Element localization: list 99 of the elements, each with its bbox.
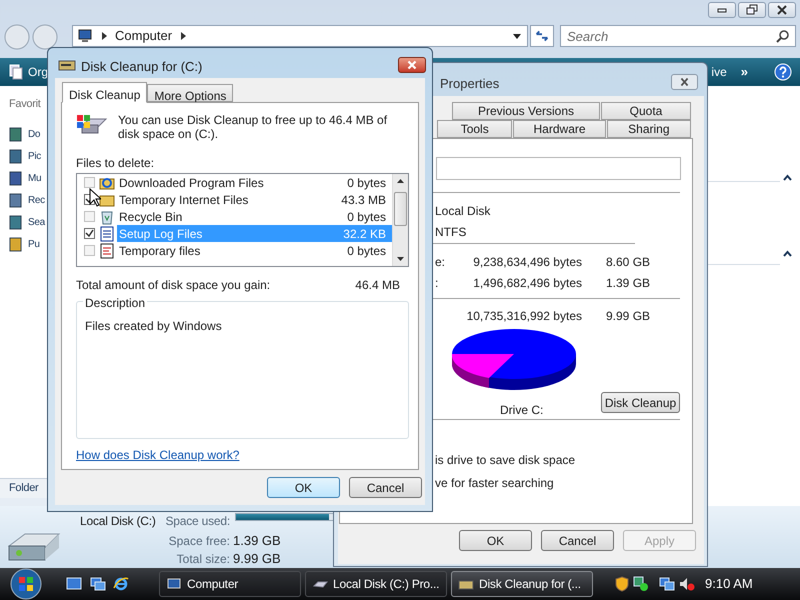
taskbar-button[interactable]: Computer: [159, 571, 301, 597]
toolbar-item[interactable]: ive: [711, 63, 727, 81]
close-icon: [775, 3, 789, 17]
restore-icon: [745, 3, 759, 17]
byte-count: 10,735,316,992 bytes: [466, 308, 582, 325]
total-value: 46.4 MB: [355, 277, 400, 294]
desktop-icon[interactable]: [66, 577, 82, 591]
help-icon[interactable]: [774, 63, 792, 81]
drive-label: Drive C:: [500, 402, 544, 419]
clock[interactable]: 9:10 AM: [705, 574, 753, 594]
byte-count: 1,496,682,496 bytes: [473, 275, 582, 292]
checkbox[interactable]: [84, 177, 95, 188]
network-status-icon[interactable]: [633, 576, 649, 592]
dialog-button[interactable]: OK: [459, 530, 532, 551]
tab[interactable]: Hardware: [513, 120, 606, 138]
close-button[interactable]: [671, 74, 698, 90]
network-icon[interactable]: [659, 576, 675, 592]
speaker-muted-icon[interactable]: [679, 576, 695, 592]
tab[interactable]: Tools: [437, 120, 512, 138]
restore-button[interactable]: [738, 2, 766, 18]
checkbox[interactable]: [84, 211, 95, 222]
field-value: 1.39 GB: [233, 532, 281, 550]
scroll-up-icon[interactable]: [397, 179, 404, 183]
recycle-bin-icon: [99, 208, 115, 224]
file-list-item[interactable]: Temporary files 0 bytes: [117, 242, 392, 259]
search-icon[interactable]: [776, 29, 790, 43]
field-label: :: [435, 275, 438, 292]
tab[interactable]: Quota: [601, 102, 691, 120]
breadcrumb-arrow-icon[interactable]: [101, 32, 107, 40]
byte-count: 9,238,634,496 bytes: [473, 254, 582, 271]
nav-link[interactable]: Sea: [28, 214, 45, 230]
tab[interactable]: Previous Versions: [452, 102, 600, 120]
more-button[interactable]: »: [740, 62, 748, 82]
nav-link[interactable]: Pic: [28, 148, 41, 164]
disk-cleanup-button[interactable]: Disk Cleanup: [601, 392, 680, 413]
total-label: Total amount of disk space you gain:: [76, 277, 270, 294]
size-value: 1.39 GB: [606, 275, 650, 292]
folders-button[interactable]: Folder: [9, 480, 38, 497]
scroll-thumb[interactable]: [394, 192, 407, 226]
field-label: Space used:: [165, 513, 230, 530]
search-field[interactable]: Search: [560, 25, 796, 47]
chevron-up-icon[interactable]: [783, 174, 792, 181]
computer-icon: [166, 577, 182, 591]
option-label: is drive to save disk space: [435, 452, 576, 469]
size-value: 8.60 GB: [606, 254, 650, 271]
checkbox[interactable]: [84, 245, 95, 256]
taskbar-button[interactable]: Disk Cleanup for (...: [451, 571, 593, 597]
nav-link[interactable]: Do: [28, 126, 40, 142]
file-list-item[interactable]: Recycle Bin 0 bytes: [117, 208, 392, 225]
nav-link[interactable]: Pu: [28, 236, 40, 252]
size-value: 9.99 GB: [606, 308, 650, 325]
check-icon: [85, 229, 94, 238]
toolbar-item[interactable]: Org: [28, 63, 48, 81]
name-field[interactable]: [436, 157, 681, 180]
field-label: Total size:: [176, 551, 230, 568]
nav-heading: Favorit: [9, 97, 41, 112]
dialog-button[interactable]: Cancel: [349, 477, 422, 498]
type-value: Local Disk: [435, 203, 490, 220]
nav-link[interactable]: Mu: [28, 170, 42, 186]
field-label: Space free:: [168, 533, 230, 550]
browser-icon[interactable]: [113, 576, 129, 592]
description-text: Files created by Windows: [85, 318, 222, 335]
window-title: Disk Cleanup for (C:): [81, 58, 202, 76]
tab[interactable]: Disk Cleanup: [62, 82, 148, 103]
section-label: Files to delete:: [76, 155, 154, 172]
scroll-down-icon[interactable]: [397, 257, 404, 261]
minimize-button[interactable]: [708, 2, 736, 18]
dialog-button: Apply: [623, 530, 696, 551]
file-system-value: NTFS: [435, 224, 466, 241]
drive-name: Local Disk (C:): [80, 513, 156, 530]
field-label: e:: [435, 254, 446, 271]
shield-icon[interactable]: [615, 576, 629, 592]
chevron-up-icon[interactable]: [783, 250, 792, 257]
file-list-item[interactable]: Temporary Internet Files 43.3 MB: [117, 191, 392, 208]
close-button[interactable]: [398, 57, 426, 73]
computer-icon: [77, 29, 93, 43]
taskbar-button[interactable]: Local Disk (C:) Pro...: [305, 571, 447, 597]
window-title: Properties: [440, 75, 500, 93]
option-label: ve for faster searching: [435, 475, 554, 492]
dialog-button[interactable]: Cancel: [541, 530, 614, 551]
dialog-button[interactable]: OK: [267, 477, 340, 498]
help-link[interactable]: How does Disk Cleanup work?: [76, 446, 240, 464]
field-value: 9.99 GB: [233, 550, 281, 568]
nav-link[interactable]: Rec: [28, 192, 45, 208]
scrollbar[interactable]: [392, 174, 408, 266]
folder-icon: [9, 236, 22, 252]
file-list-item[interactable]: Downloaded Program Files 0 bytes: [117, 174, 392, 191]
checkbox[interactable]: [84, 228, 95, 239]
intro-text: You can use Disk Cleanup to free up to 46.4 MB of disk space on (C:).: [118, 113, 388, 141]
breadcrumb-arrow-icon[interactable]: [180, 32, 186, 40]
dropdown-arrow-icon[interactable]: [513, 34, 521, 38]
address-bar[interactable]: Computer: [72, 25, 528, 47]
close-button[interactable]: [768, 2, 796, 18]
breadcrumb-item[interactable]: Computer: [115, 26, 172, 46]
refresh-button[interactable]: [530, 25, 554, 47]
windows-icon[interactable]: [90, 577, 106, 591]
tab[interactable]: Sharing: [606, 120, 691, 138]
tab[interactable]: More Options: [147, 84, 234, 102]
pages-icon: [8, 64, 24, 80]
